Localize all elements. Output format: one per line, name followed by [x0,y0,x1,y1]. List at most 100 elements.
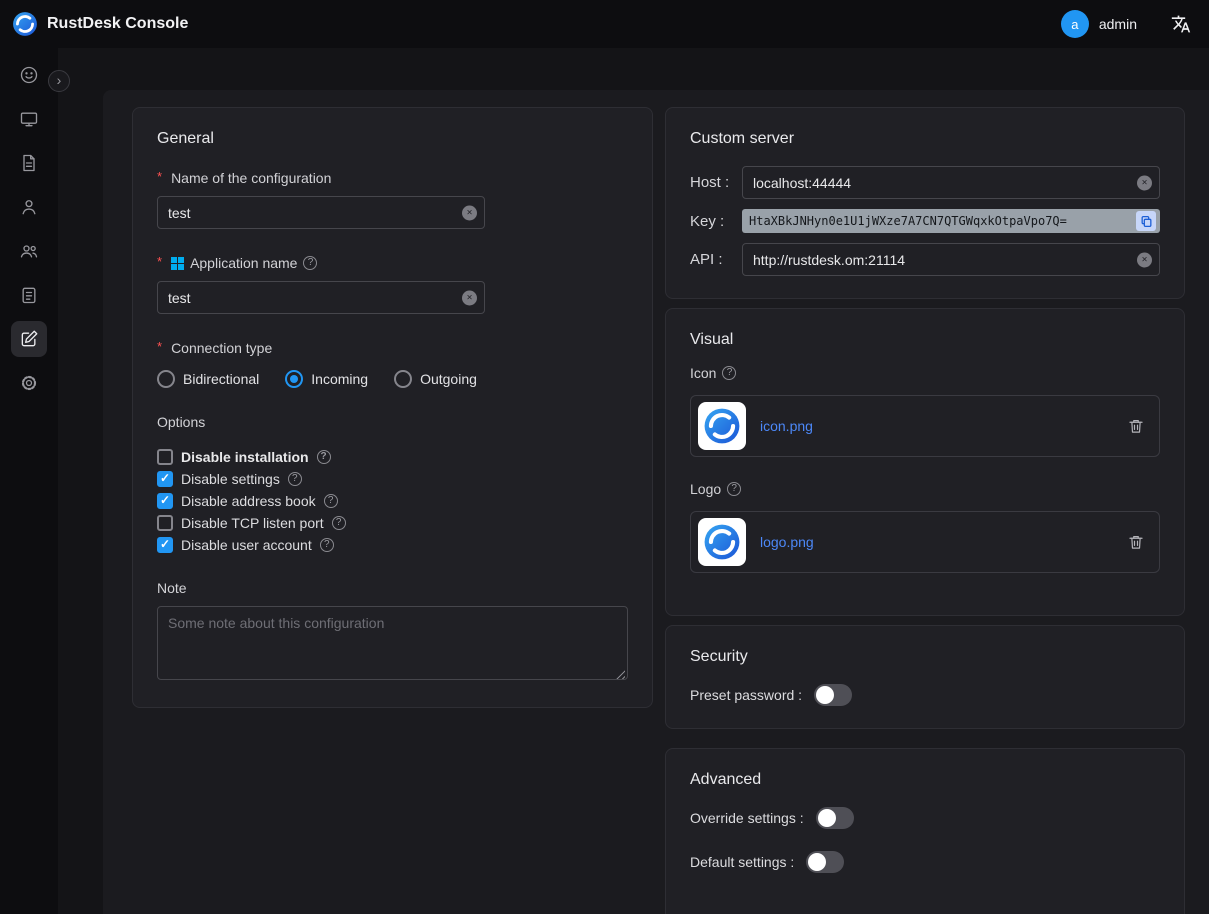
connection-type-label: Connection type [157,340,628,356]
checkbox-box [157,471,173,487]
checkbox-disable-installation[interactable]: Disable installation [157,446,628,468]
clear-api-icon[interactable]: × [1137,252,1152,267]
sidebar-item-logs[interactable] [11,277,47,313]
brand: RustDesk Console [12,11,188,37]
host-row: Host : × [690,166,1160,199]
advanced-title: Advanced [690,771,1160,789]
content-surface: General Name of the configuration × Appl… [103,90,1209,914]
radio-outgoing-circle [394,370,412,388]
visual-card: Visual Icon icon.png [665,308,1185,616]
checkbox-disable-address-book[interactable]: Disable address book [157,490,628,512]
preset-password-label: Preset password : [690,687,802,703]
checkbox-disable-tcp-listen-port[interactable]: Disable TCP listen port [157,512,628,534]
translate-icon[interactable] [1171,14,1191,34]
note-wrap [157,606,628,685]
clear-app-name-icon[interactable]: × [462,290,477,305]
custom-clients-icon [19,329,39,349]
radio-bidirectional-circle [157,370,175,388]
disable-installation-help-icon[interactable] [317,450,331,464]
security-card: Security Preset password : [665,625,1185,729]
app-name-label: Application name [157,255,628,271]
override-settings-row: Override settings : [690,807,1160,829]
name-input[interactable] [157,196,485,229]
checkbox-box [157,537,173,553]
api-input[interactable] [742,243,1160,276]
checkbox-box [157,493,173,509]
sidebar-expand-button[interactable]: › [48,70,70,92]
logo-label-row: Logo [690,481,1160,497]
radio-outgoing[interactable]: Outgoing [394,370,477,388]
logo-preview-image [698,518,746,566]
disable-tcp-listen-port-help-icon[interactable] [332,516,346,530]
key-row: Key : HtaXBkJNHyn0e1U1jWXze7A7CN7QTGWqxk… [690,209,1160,233]
name-label: Name of the configuration [157,170,628,186]
sidebar-item-devices[interactable] [11,101,47,137]
delete-logo-trash-icon[interactable] [1127,533,1145,551]
icon-label-row: Icon [690,365,1160,381]
logo-preview-box: logo.png [690,511,1160,573]
logo-help-icon[interactable] [727,482,741,496]
copy-key-icon[interactable] [1136,211,1156,231]
delete-icon-trash-icon[interactable] [1127,417,1145,435]
sidebar [0,48,58,914]
sidebar-item-custom-clients[interactable] [11,321,47,357]
checkbox-label: Disable user account [181,537,312,553]
app-title: RustDesk Console [47,15,188,33]
key-label: Key : [690,213,742,230]
checkbox-label: Disable TCP listen port [181,515,324,531]
avatar[interactable]: a [1061,10,1089,38]
clear-name-icon[interactable]: × [462,205,477,220]
icon-help-icon[interactable] [722,366,736,380]
advanced-card: Advanced Override settings : Default set… [665,748,1185,914]
devices-icon [19,109,39,129]
api-label: API : [690,251,742,268]
disable-address-book-help-icon[interactable] [324,494,338,508]
sidebar-item-settings[interactable] [11,365,47,401]
checkbox-label: Disable settings [181,471,280,487]
checkbox-box [157,515,173,531]
icon-preview-image [698,402,746,450]
icon-file-link[interactable]: icon.png [760,418,1113,434]
options-label: Options [157,414,628,430]
override-settings-toggle[interactable] [816,807,854,829]
host-label: Host : [690,174,742,191]
logo-file-link[interactable]: logo.png [760,534,1113,550]
custom-server-title: Custom server [690,130,1160,148]
note-textarea[interactable] [157,606,628,680]
checkbox-disable-user-account[interactable]: Disable user account [157,534,628,556]
host-input[interactable] [742,166,1160,199]
sidebar-item-documents[interactable] [11,145,47,181]
custom-server-card: Custom server Host : × Key : HtaXBkJNHyn… [665,107,1185,299]
checkbox-box [157,449,173,465]
status-icon [19,65,39,85]
icon-preview-box: icon.png [690,395,1160,457]
name-input-wrap: × [157,196,485,229]
override-settings-label: Override settings : [690,810,804,826]
settings-icon [19,373,39,393]
radio-incoming[interactable]: Incoming [285,370,368,388]
sidebar-item-user[interactable] [11,189,47,225]
radio-bidirectional-label: Bidirectional [183,371,259,387]
documents-icon [19,153,39,173]
app-name-help-icon[interactable] [303,256,317,270]
default-settings-toggle[interactable] [806,851,844,873]
user-icon [19,197,39,217]
top-bar: RustDesk Console a admin [0,0,1209,48]
logo-label: Logo [690,481,721,497]
api-row: API : × [690,243,1160,276]
note-label: Note [157,580,628,596]
icon-label: Icon [690,365,716,381]
checkbox-disable-settings[interactable]: Disable settings [157,468,628,490]
clear-host-icon[interactable]: × [1137,175,1152,190]
disable-settings-help-icon[interactable] [288,472,302,486]
connection-type-group: Bidirectional Incoming Outgoing [157,370,628,388]
user-name[interactable]: admin [1099,16,1137,32]
app-name-input[interactable] [157,281,485,314]
preset-password-toggle[interactable] [814,684,852,706]
sidebar-item-groups[interactable] [11,233,47,269]
disable-user-account-help-icon[interactable] [320,538,334,552]
sidebar-item-status[interactable] [11,57,47,93]
checkbox-label: Disable address book [181,493,316,509]
default-settings-label: Default settings : [690,854,794,870]
radio-bidirectional[interactable]: Bidirectional [157,370,259,388]
